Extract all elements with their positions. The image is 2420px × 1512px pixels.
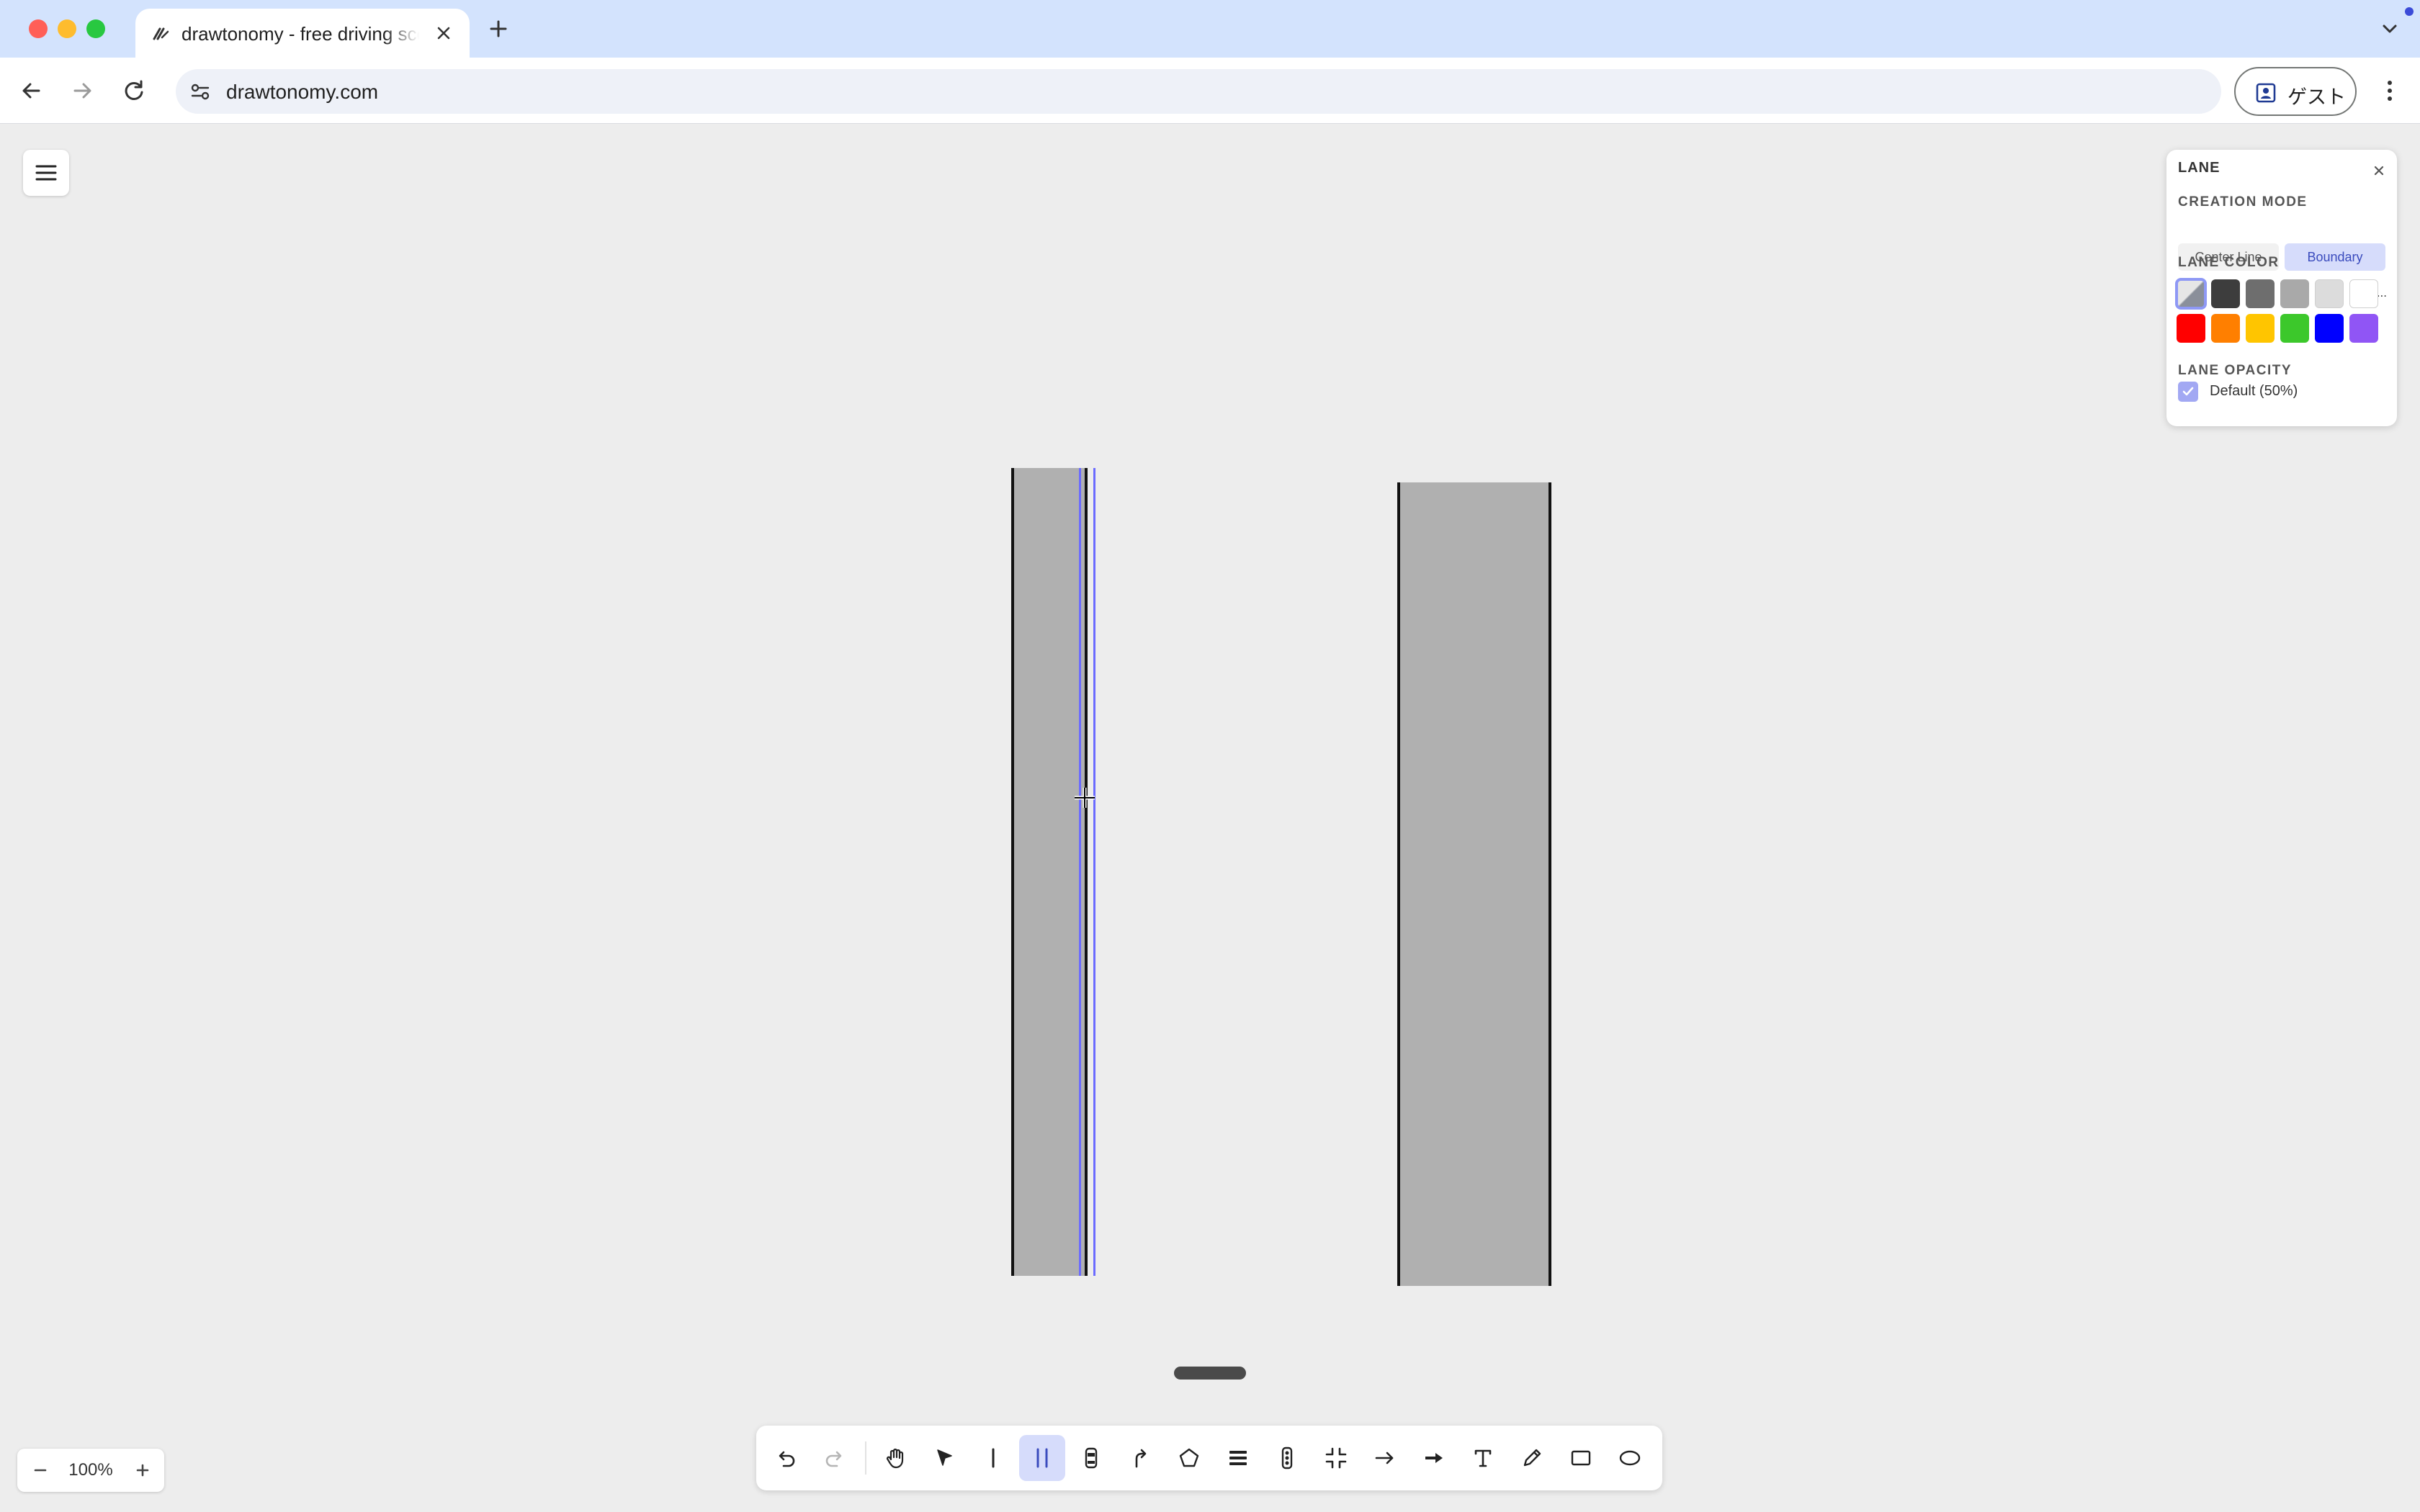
- toolbar-divider: [865, 1441, 866, 1475]
- thick-arrow-tool-button[interactable]: [1411, 1435, 1457, 1481]
- checkmark-icon: [2182, 387, 2194, 396]
- vehicle-tool-button[interactable]: [1068, 1435, 1114, 1481]
- path-tool-button[interactable]: [1117, 1435, 1163, 1481]
- lane-color-swatch[interactable]: [2246, 314, 2275, 343]
- lane-color-swatch[interactable]: [2280, 279, 2309, 308]
- window-close-button[interactable]: [29, 19, 48, 38]
- hand-tool-button[interactable]: [872, 1435, 918, 1481]
- text-icon: [1474, 1449, 1492, 1467]
- lane-tool-button[interactable]: [1019, 1435, 1065, 1481]
- text-tool-button[interactable]: [1460, 1435, 1506, 1481]
- lane-shape-2[interactable]: [1397, 482, 1551, 1286]
- lane-color-swatch[interactable]: [2315, 279, 2344, 308]
- notification-dot: [2405, 7, 2414, 16]
- redo-icon: [825, 1451, 842, 1467]
- creation-mode-label: CREATION MODE: [2178, 194, 2308, 210]
- rectangle-tool-button[interactable]: [1558, 1435, 1604, 1481]
- lane-icon: [1036, 1448, 1048, 1468]
- lane-boundary-preview-line: [1093, 468, 1095, 1276]
- tab-title: drawtonomy - free driving scene editor: [182, 23, 419, 45]
- window-maximize-button[interactable]: [86, 19, 105, 38]
- pencil-icon: [1523, 1449, 1541, 1467]
- browser-tabstrip: drawtonomy - free driving scene editor: [0, 0, 2420, 58]
- lane-color-swatch[interactable]: [2280, 314, 2309, 343]
- site-settings-icon[interactable]: [189, 80, 212, 103]
- intersection-icon: [1325, 1447, 1347, 1469]
- panel-title: LANE: [2178, 160, 2220, 176]
- lane-opacity-label: LANE OPACITY: [2178, 363, 2293, 378]
- lane-color-swatch[interactable]: [2246, 279, 2275, 308]
- line-tool-button[interactable]: [970, 1435, 1016, 1481]
- guest-profile-icon: [2256, 83, 2276, 103]
- turn-path-icon: [1135, 1449, 1147, 1468]
- crosswalk-icon: [1229, 1451, 1247, 1465]
- thick-arrow-icon: [1425, 1453, 1443, 1463]
- drawing-toolbar: [756, 1426, 1662, 1490]
- browser-menu-icon[interactable]: [2374, 75, 2406, 107]
- drawtonomy-favicon-icon: [153, 27, 169, 40]
- tab-search-chevron-icon[interactable]: [2377, 16, 2403, 42]
- zoom-control: 100%: [17, 1449, 164, 1492]
- url-text: drawtonomy.com: [226, 81, 379, 103]
- zoom-out-icon[interactable]: [27, 1457, 53, 1483]
- rectangle-icon: [1571, 1450, 1591, 1466]
- crosshair-cursor-icon: [1075, 788, 1095, 808]
- undo-button[interactable]: [763, 1435, 809, 1481]
- browser-tab[interactable]: drawtonomy - free driving scene editor: [135, 9, 470, 58]
- lane-color-swatch[interactable]: [2175, 278, 2207, 310]
- forward-icon[interactable]: [66, 75, 98, 107]
- intersection-tool-button[interactable]: [1313, 1435, 1359, 1481]
- window-minimize-button[interactable]: [58, 19, 76, 38]
- arrow-icon: [1375, 1452, 1394, 1464]
- undo-icon: [779, 1451, 795, 1467]
- lane-color-swatch[interactable]: [2211, 279, 2240, 308]
- main-menu-button[interactable]: [23, 150, 69, 196]
- pencil-tool-button[interactable]: [1509, 1435, 1555, 1481]
- panel-close-icon[interactable]: [2370, 161, 2388, 180]
- hand-icon: [886, 1448, 904, 1469]
- zoom-level[interactable]: 100%: [58, 1460, 124, 1480]
- line-icon: [992, 1448, 995, 1468]
- lane-properties-panel: LANE CREATION MODE Center Line Boundary …: [2166, 150, 2397, 426]
- traffic-light-tool-button[interactable]: [1264, 1435, 1310, 1481]
- ellipse-icon: [1619, 1450, 1641, 1466]
- lane-color-swatch[interactable]: [2211, 314, 2240, 343]
- traffic-light-icon: [1281, 1446, 1293, 1470]
- new-tab-icon[interactable]: [485, 16, 511, 42]
- ellipse-tool-button[interactable]: [1607, 1435, 1653, 1481]
- boundary-mode-button[interactable]: Boundary: [2285, 243, 2385, 271]
- redo-button[interactable]: [812, 1435, 858, 1481]
- pentagon-icon: [1179, 1448, 1199, 1467]
- default-opacity-label: Default (50%): [2210, 383, 2298, 399]
- profile-label: ゲスト: [2287, 86, 2346, 108]
- car-icon: [1085, 1447, 1098, 1469]
- address-bar[interactable]: drawtonomy.com: [176, 69, 2221, 114]
- hamburger-icon: [35, 165, 57, 181]
- browser-toolbar: drawtonomy.com ゲスト: [0, 58, 2420, 124]
- zoom-in-icon[interactable]: [130, 1457, 156, 1483]
- lane-color-swatch[interactable]: [2349, 279, 2378, 308]
- lane-color-swatch[interactable]: [2349, 314, 2378, 343]
- arrow-tool-button[interactable]: [1362, 1435, 1408, 1481]
- lane-guide-line: [1079, 468, 1081, 1276]
- default-opacity-checkbox[interactable]: [2178, 382, 2198, 402]
- lane-color-label: LANE COLOR: [2178, 255, 2280, 270]
- profile-button[interactable]: ゲスト: [2234, 67, 2357, 116]
- toolbar-drag-handle[interactable]: [1174, 1367, 1246, 1380]
- drawing-canvas[interactable]: LANE CREATION MODE Center Line Boundary …: [0, 124, 2420, 1512]
- polygon-tool-button[interactable]: [1166, 1435, 1212, 1481]
- crosswalk-tool-button[interactable]: [1215, 1435, 1261, 1481]
- select-tool-button[interactable]: [921, 1435, 967, 1481]
- lane-shape-1[interactable]: [1011, 468, 1088, 1276]
- cursor-arrow-icon: [937, 1449, 952, 1466]
- back-icon[interactable]: [16, 75, 48, 107]
- lane-color-swatch[interactable]: [2315, 314, 2344, 343]
- reload-icon[interactable]: [118, 75, 150, 107]
- lane-color-swatch[interactable]: [2177, 314, 2205, 343]
- tab-close-icon[interactable]: [432, 22, 455, 45]
